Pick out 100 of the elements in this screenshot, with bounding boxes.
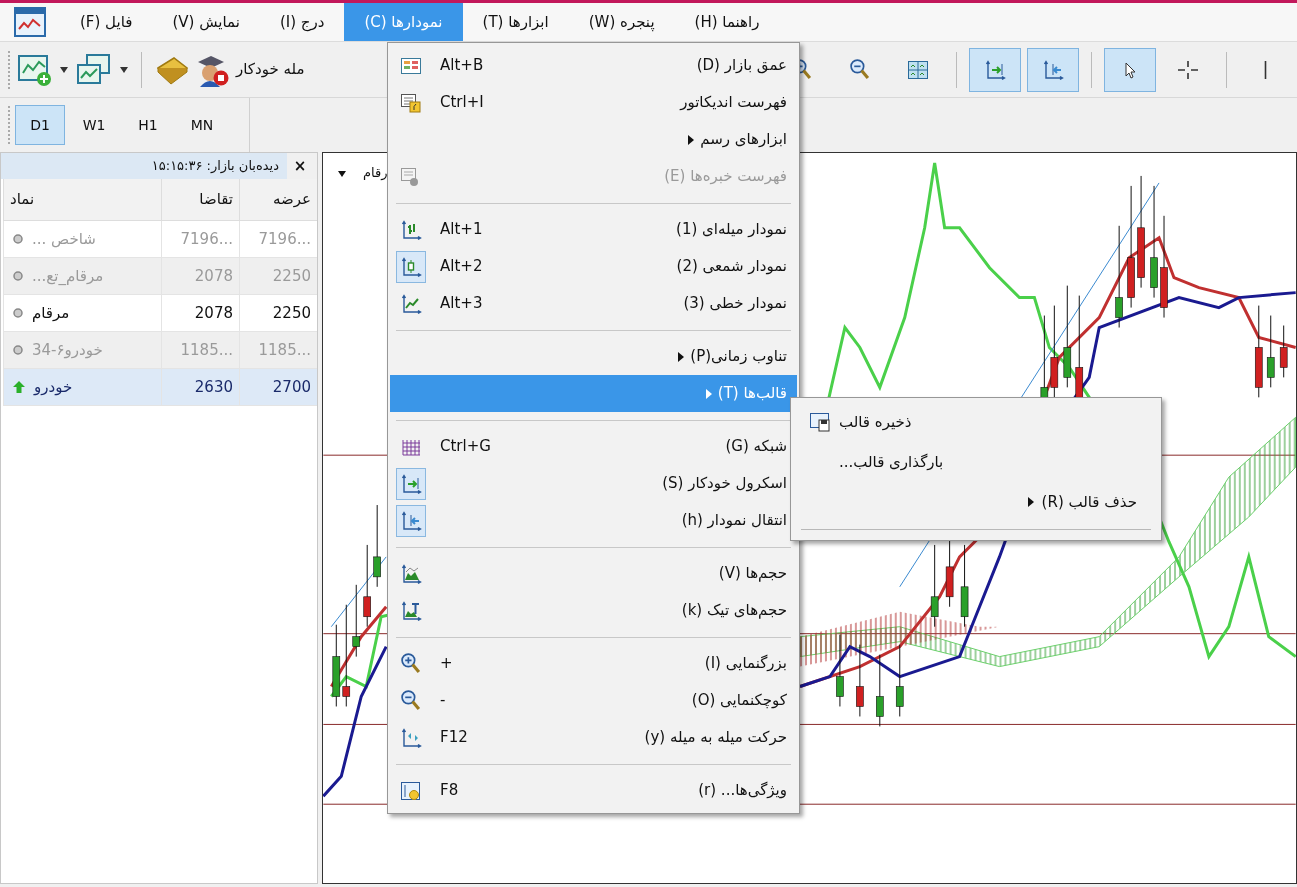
shortcut-label: Alt+1	[440, 219, 483, 241]
ask-cell: 2700	[239, 369, 317, 406]
menu-bar-item[interactable]: پنجره (W)	[568, 3, 675, 41]
menu-item[interactable]: ابزارهای رسم	[390, 121, 797, 158]
timeframe-button[interactable]: H1	[123, 105, 173, 145]
auto-trading-label[interactable]: مله خودکار	[236, 58, 305, 81]
properties-icon	[400, 779, 422, 802]
market-watch-title: دیده‌بان بازار: ۱۵:۱۵:۳۶	[1, 153, 287, 179]
submenu-item-label: حذف قالب (R)	[1041, 491, 1137, 513]
menu-item[interactable]: تناوب زمانی(P)	[390, 338, 797, 375]
menu-item-label: ویژگی‌ها... (r)	[698, 780, 787, 802]
submenu-item-label: بارگذاری قالب...	[839, 451, 944, 473]
menu-item-label: فهرست خبره‌ها (E)	[664, 166, 787, 188]
profiles-icon[interactable]	[75, 52, 113, 87]
menu-item-label: شبکه (G)	[725, 436, 787, 458]
close-button[interactable]: ×	[287, 154, 313, 178]
menu-item-label: انتقال نمودار (h)	[681, 510, 787, 532]
submenu-item-label: ذخیره قالب	[839, 411, 912, 433]
menu-bar-item[interactable]: فایل (F)	[60, 3, 153, 41]
menu-bar-item[interactable]: ابزارها (T)	[462, 3, 569, 41]
menu-item-label: نمودار خطی (3)	[683, 293, 787, 315]
ask-cell: 1185...	[239, 332, 317, 369]
trend-line	[330, 556, 387, 628]
menu-item-label: بزرگنمایی (I)	[704, 653, 787, 675]
bid-cell: 1185...	[161, 332, 239, 369]
bid-cell: 7196...	[161, 221, 239, 258]
symbol-name: خودرو	[34, 376, 73, 398]
submenu-arrow-icon	[678, 351, 685, 362]
shortcut-label: Ctrl+G	[440, 436, 491, 458]
toolbar-button[interactable]	[1027, 47, 1079, 92]
ask-cell: 7196...	[239, 221, 317, 258]
auto-scroll-icon	[400, 472, 422, 495]
tile-windows-icon	[907, 58, 929, 81]
toolbar-button[interactable]	[1104, 47, 1156, 92]
zoom-out-icon	[401, 690, 421, 711]
column-header[interactable]: تقاضا	[161, 179, 239, 221]
menu-item-label: نمودار میله‌ای (1)	[676, 219, 787, 241]
app-logo-icon[interactable]	[14, 7, 46, 37]
menu-item[interactable]: + بزرگنمایی (I)	[390, 645, 797, 682]
shortcut-label: +	[440, 653, 453, 675]
menu-item-label: اسکرول خودکار (S)	[662, 473, 787, 495]
menu-bar-item[interactable]: راهنما (H)	[674, 3, 780, 41]
zoom-in-icon	[401, 653, 421, 674]
caret-icon[interactable]	[59, 65, 69, 74]
column-header[interactable]: نماد	[3, 179, 161, 221]
area-chart-icon	[400, 562, 422, 585]
candlestick	[1279, 325, 1288, 378]
chart-shift-icon	[1042, 58, 1064, 81]
new-chart-icon[interactable]	[17, 52, 53, 87]
submenu-arrow-icon	[705, 388, 712, 399]
shortcut-label: F12	[440, 727, 468, 749]
shortcut-label: F8	[440, 780, 459, 802]
menu-item[interactable]: - کوچکنمایی (O)	[390, 682, 797, 719]
submenu-item[interactable]: بارگذاری قالب...	[795, 442, 1157, 482]
auto-scroll-icon	[984, 58, 1006, 81]
timeframe-button[interactable]: W1	[69, 105, 119, 145]
toolbar-button[interactable]	[969, 47, 1021, 92]
menu-item-label: ابزارهای رسم	[700, 129, 787, 151]
up-arrow-icon	[12, 380, 26, 394]
shortcut-label: -	[440, 690, 446, 712]
submenu-arrow-icon	[1027, 497, 1034, 507]
shortcut-label: Alt+3	[440, 293, 483, 315]
menu-item-label: عمق بازار (D)	[696, 55, 787, 77]
status-dot-icon	[12, 344, 24, 356]
menu-bar-item[interactable]: درج (I)	[259, 3, 345, 41]
dropdown-caret-icon[interactable]	[337, 170, 347, 178]
menu-item-label: فهرست اندیکاتور	[680, 92, 787, 114]
column-header[interactable]: عرضه	[239, 179, 317, 221]
symbol-name: خودرو۶-34	[32, 339, 103, 361]
save-template-icon	[809, 411, 831, 433]
status-dot-icon	[12, 270, 24, 282]
chart-shift-icon	[400, 509, 422, 532]
menu-bar-item[interactable]: نمایش (V)	[152, 3, 260, 41]
menu-item[interactable]: حجم‌های تیک (k)	[390, 592, 797, 629]
zoom-out-icon	[850, 59, 870, 80]
submenu-item[interactable]: حذف قالب (R)	[795, 482, 1157, 522]
bid-cell: 2078	[161, 295, 239, 332]
symbol-name: مرقام	[32, 302, 70, 324]
menu-item-label: قالب‌ها (T)	[717, 383, 787, 405]
status-dot-icon	[12, 233, 24, 245]
step-chart-icon	[400, 726, 422, 749]
menu-item[interactable]: حجم‌ها (V)	[390, 555, 797, 592]
symbol-cell[interactable]: خودرو	[3, 369, 161, 406]
submenu-item[interactable]: ذخیره قالب	[795, 402, 1157, 442]
menu-item-label: نمودار شمعی (2)	[676, 256, 787, 278]
menu-item-label: تناوب زمانی(P)	[690, 346, 787, 368]
timeframe-button[interactable]: MN	[177, 105, 227, 145]
symbol-cell[interactable]: مرقام	[3, 295, 161, 332]
symbol-name: مرقام_تع...	[32, 265, 104, 287]
caret-icon[interactable]	[119, 65, 129, 74]
candlestick-icon	[400, 255, 422, 278]
timeframe-button[interactable]: D1	[15, 105, 65, 145]
tick-volume-icon	[400, 599, 422, 622]
vertical-line-icon	[1263, 60, 1267, 79]
bid-cell: 2630	[161, 369, 239, 406]
menu-item-label: حرکت میله به میله (y)	[644, 727, 787, 749]
bid-cell: 2078	[161, 258, 239, 295]
status-dot-icon	[12, 307, 24, 319]
indicator-list-icon	[400, 91, 422, 114]
bar-chart-icon	[400, 218, 422, 241]
